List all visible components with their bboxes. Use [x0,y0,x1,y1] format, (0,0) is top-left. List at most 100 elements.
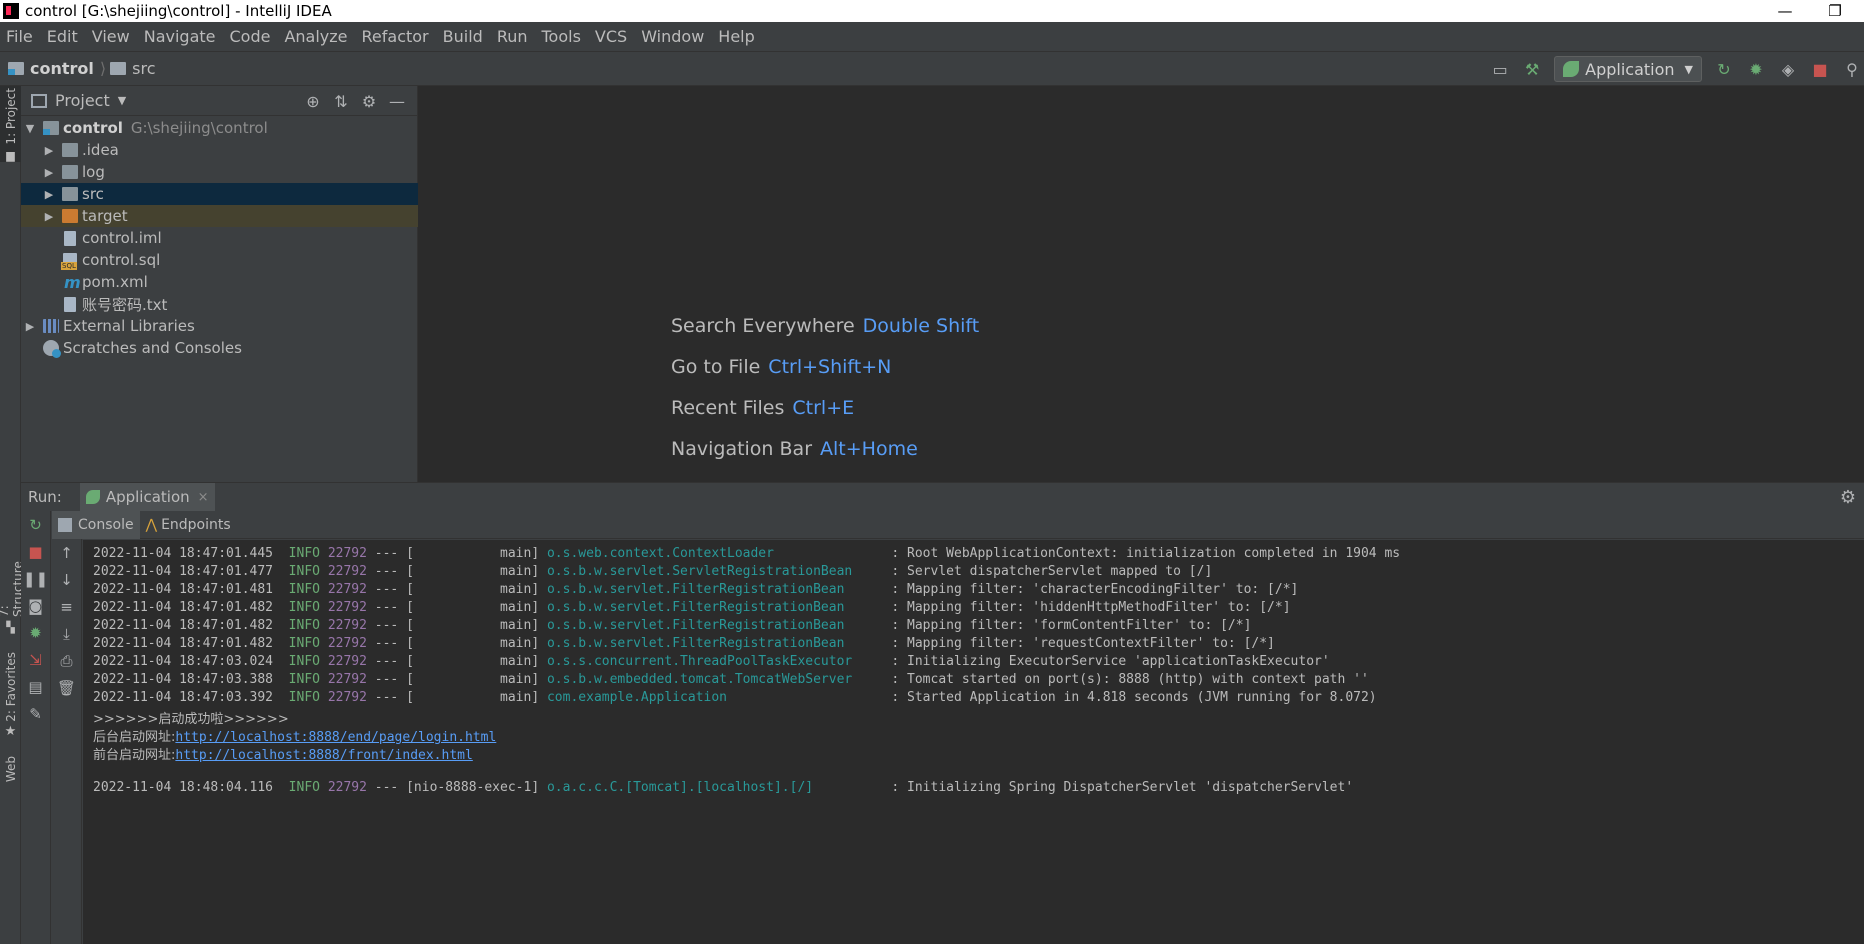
pause-icon[interactable]: ❚❚ [21,565,50,592]
stop-icon[interactable]: ■ [21,538,50,565]
coverage-icon[interactable]: ◈ [1776,57,1800,81]
hint-shortcut[interactable]: Double Shift [863,315,980,337]
menu-analyze[interactable]: Analyze [278,27,355,46]
hint-shortcut[interactable]: Ctrl+E [792,397,854,419]
arrow-up-icon[interactable]: ↑ [52,539,81,566]
breadcrumb-project[interactable]: control [30,59,94,78]
console-output[interactable]: 2022-11-04 18:47:01.445 INFO 22792 --- [… [83,540,1864,944]
tree-label: pom.xml [82,273,148,291]
tree-row-pom-xml[interactable]: m pom.xml [21,271,418,293]
rerun-icon[interactable]: ↻ [21,511,50,538]
endpoints-icon: ⋀ [145,516,158,533]
tree-row-control-iml[interactable]: control.iml [21,227,418,249]
log-line: 2022-11-04 18:47:03.392 INFO 22792 --- [… [93,690,1377,705]
module-folder-icon [8,62,24,75]
print-icon[interactable]: ⎙ [52,647,81,674]
menu-view[interactable]: View [86,27,138,46]
tree-row-credentials-txt[interactable]: 账号密码.txt [21,293,418,315]
minimize-button[interactable]: — [1762,0,1808,22]
tree-row-external-libraries[interactable]: ▶ External Libraries [21,315,418,337]
spring-boot-icon [85,490,100,504]
locate-target-icon[interactable]: ⊕ [299,92,327,111]
log-line: 2022-11-04 18:47:03.388 INFO 22792 --- [… [93,672,1369,687]
collapse-arrow-icon[interactable]: ▶ [42,166,56,179]
tab-project[interactable]: 1: Project ▆ [0,86,21,162]
collapse-arrow-icon[interactable]: ▶ [42,188,56,201]
search-icon[interactable]: ⚲ [1840,57,1864,81]
tree-row-control-sql[interactable]: control.sql [21,249,418,271]
gear-icon[interactable]: ⚙ [1840,487,1856,508]
hide-minus-icon[interactable]: — [383,92,411,111]
tree-row-log[interactable]: ▶ log [21,161,418,183]
tree-label: External Libraries [63,317,195,335]
gear-icon[interactable]: ⚙ [355,92,383,111]
tab-structure[interactable]: 7: Structure ▚ [0,548,25,634]
restore-button[interactable]: ❐ [1812,0,1858,22]
left-tool-strip: 1: Project ▆ 7: Structure ▚ 2: Favorites… [0,86,25,944]
exit-icon[interactable]: ⇲ [21,646,50,673]
run-panel: Run: Application × ⚙ ↻ ■ ❚❚ ◙ ✹ ⇲ ▤ ✎ Co… [21,482,1864,944]
terminal-icon[interactable]: ▭ [1488,57,1512,81]
run-tab-label: Application [105,488,190,506]
run-tab-application[interactable]: Application × [79,483,215,511]
menu-code[interactable]: Code [224,27,279,46]
soft-wrap-icon[interactable]: ≡ [52,593,81,620]
run-toolbar: ↻ ■ ❚❚ ◙ ✹ ⇲ ▤ ✎ [21,511,51,944]
collapse-arrow-icon[interactable]: ▶ [42,144,56,157]
collapse-arrow-icon[interactable]: ▶ [23,320,37,333]
menu-edit[interactable]: Edit [41,27,86,46]
log-line: 2022-11-04 18:48:04.116 INFO 22792 --- [… [93,780,1354,795]
tab-endpoints-label: Endpoints [161,516,231,533]
tree-row-target[interactable]: ▶ target [21,205,418,227]
editor-empty-area: Search Everywhere Double Shift Go to File… [419,86,1864,482]
scroll-to-end-icon[interactable]: ⤓ [52,620,81,647]
tree-row-control[interactable]: ▼ control G:\shejiing\control [21,117,418,139]
run-panel-header: Run: Application × ⚙ [21,483,1864,511]
hint-shortcut[interactable]: Alt+Home [820,438,918,460]
tab-web[interactable]: Web [0,756,21,796]
layout-icon[interactable]: ▤ [21,673,50,700]
title-bar: control [G:\shejiing\control] - IntelliJ… [0,0,1864,22]
menu-vcs[interactable]: VCS [589,27,635,46]
excluded-folder-icon [62,209,78,223]
debug-bug-icon[interactable]: ✹ [21,619,50,646]
trash-icon[interactable]: 🗑 [52,674,81,701]
menu-tools[interactable]: Tools [536,27,589,46]
build-hammer-icon[interactable]: ⚒ [1520,57,1544,81]
stop-icon[interactable]: ■ [1808,57,1832,81]
close-icon[interactable]: × [198,490,209,505]
tab-endpoints[interactable]: ⋀ Endpoints [140,511,237,539]
menu-build[interactable]: Build [437,27,491,46]
hint-shortcut[interactable]: Ctrl+Shift+N [768,356,891,378]
admin-url-link[interactable]: http://localhost:8888/end/page/login.htm… [175,730,496,745]
collapse-all-icon[interactable]: ⇅ [327,92,355,111]
menu-run[interactable]: Run [491,27,536,46]
menu-help[interactable]: Help [712,27,762,46]
menu-navigate[interactable]: Navigate [138,27,224,46]
tab-favorites-label: 2: Favorites [3,652,18,722]
arrow-down-icon[interactable]: ↓ [52,566,81,593]
rerun-icon[interactable]: ↻ [1712,57,1736,81]
chevron-down-icon[interactable]: ▼ [118,94,126,107]
project-panel-title[interactable]: Project [55,91,110,110]
scratches-icon [43,340,61,358]
debug-bug-icon[interactable]: ✹ [1744,57,1768,81]
camera-dump-icon[interactable]: ◙ [21,592,50,619]
tree-row-scratches[interactable]: Scratches and Consoles [21,337,418,359]
libraries-icon [43,319,59,333]
breadcrumb-folder[interactable]: src [132,59,155,78]
tab-console[interactable]: Console [52,510,140,539]
hint-search-everywhere: Search Everywhere Double Shift [671,315,979,337]
menu-window[interactable]: Window [635,27,712,46]
tab-favorites[interactable]: 2: Favorites ★ [0,652,21,740]
front-url-link[interactable]: http://localhost:8888/front/index.html [175,748,472,763]
menu-file[interactable]: File [0,27,41,46]
tree-label: log [82,163,105,181]
collapse-arrow-icon[interactable]: ▶ [42,210,56,223]
pin-icon[interactable]: ✎ [21,700,50,727]
run-configuration-select[interactable]: Application ▼ [1554,56,1702,82]
expand-arrow-icon[interactable]: ▼ [23,122,37,135]
tree-row-idea[interactable]: ▶ .idea [21,139,418,161]
tree-row-src[interactable]: ▶ src [21,183,418,205]
menu-refactor[interactable]: Refactor [356,27,437,46]
